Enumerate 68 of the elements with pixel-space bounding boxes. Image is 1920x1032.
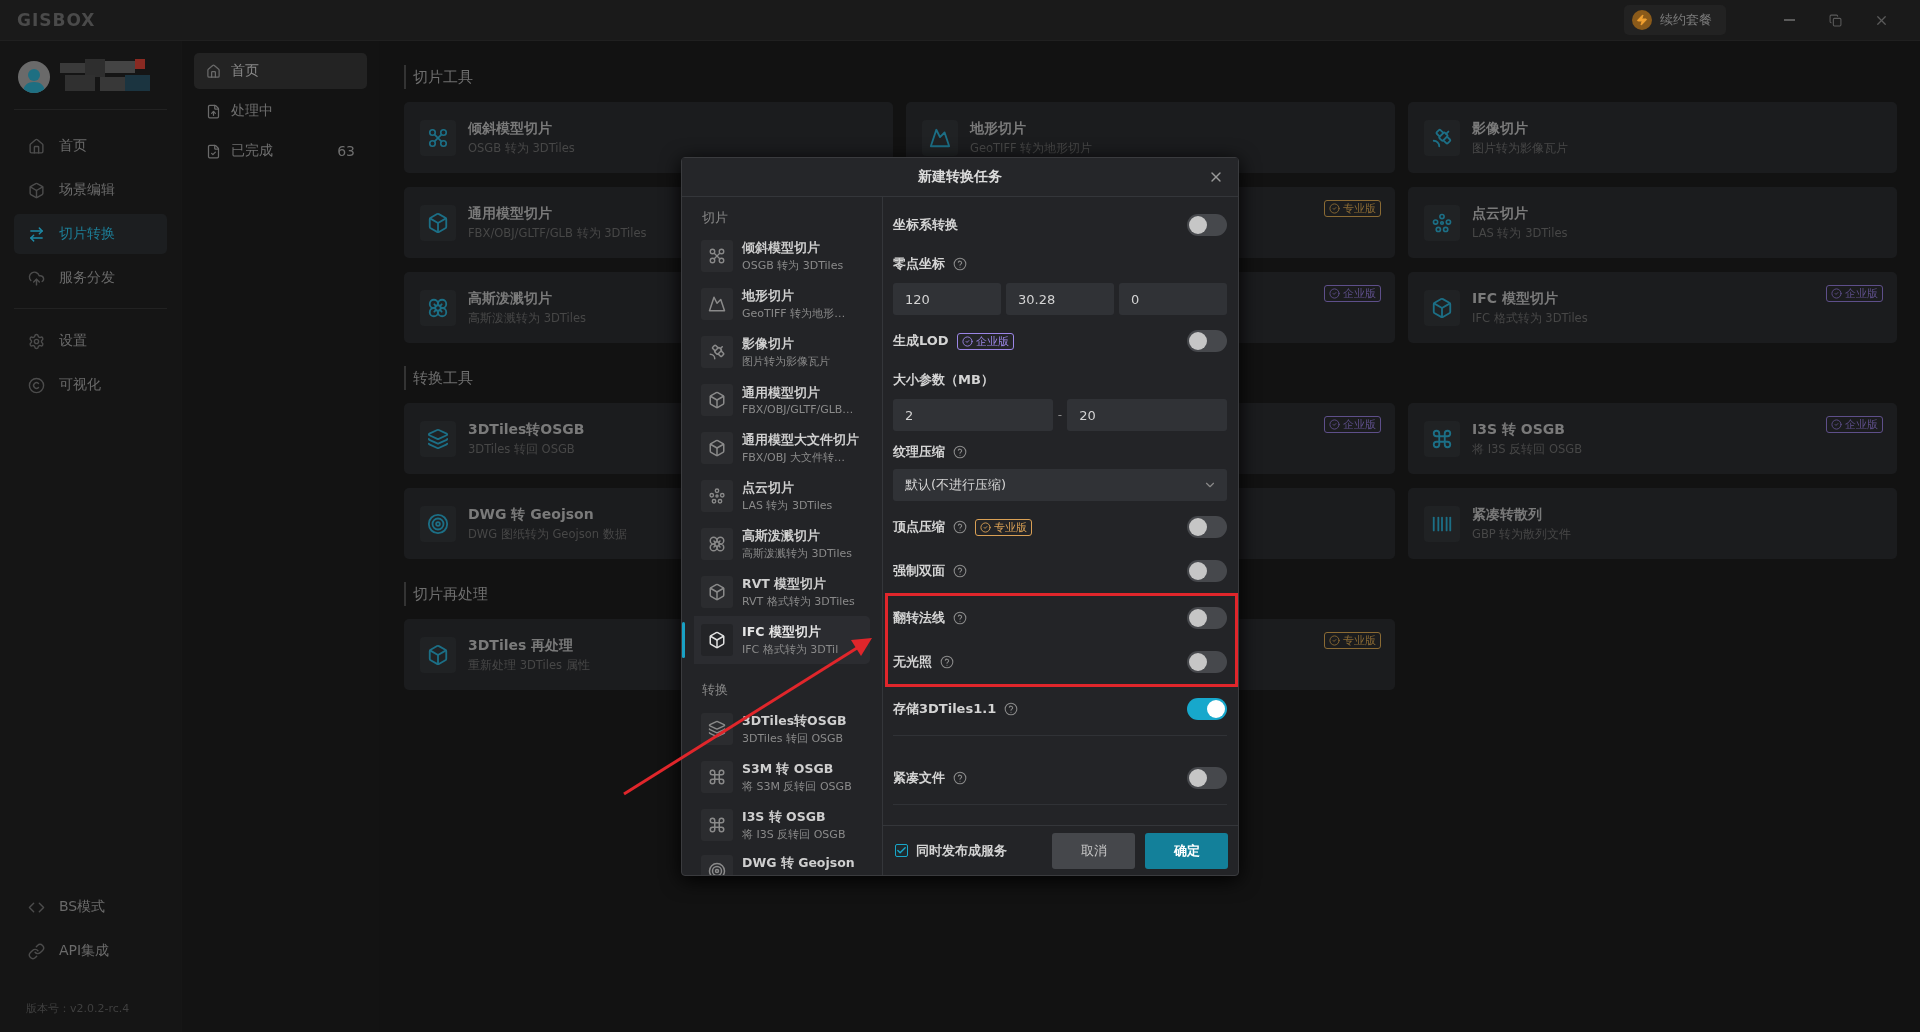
task-title: 倾斜模型切片: [742, 239, 821, 257]
field-label: 生成LOD: [893, 332, 949, 350]
count-label: 63: [337, 143, 355, 159]
badge-label: 企业版: [1845, 417, 1878, 432]
task-description: FBX/OBJ/GLTF/GLB…: [742, 402, 854, 416]
card-title: 点云切片: [1472, 204, 1528, 223]
task-description: GeoTIFF 转为地形…: [742, 305, 846, 321]
task-description: 将 S3M 反转回 OSGB: [742, 778, 852, 794]
nav-label: 首页: [59, 137, 87, 155]
field-label: 无光照: [893, 653, 932, 671]
filter-label: 已完成: [230, 142, 274, 160]
task-title: IFC 模型切片: [742, 623, 822, 641]
card-title: IFC 模型切片: [1472, 289, 1558, 308]
field-label: 纹理压缩: [893, 443, 945, 461]
field-label: 零点坐标: [893, 255, 945, 273]
nav-label: 场景编辑: [59, 181, 115, 199]
section-title: 切片工具: [404, 65, 1897, 89]
badge-label: 专业版: [1343, 633, 1376, 648]
task-title: 地形切片: [742, 287, 795, 305]
field-label: 顶点压缩: [893, 518, 945, 536]
card-title: I3S 转 OSGB: [1472, 420, 1565, 439]
nav-label: API集成: [59, 942, 110, 960]
filter-label: 处理中: [230, 102, 274, 120]
card-title: DWG 转 Geojson: [468, 505, 594, 524]
card-title: 高斯泼溅切片: [468, 289, 552, 308]
card-title: 3DTiles 再处理: [468, 636, 574, 655]
task-title: I3S 转 OSGB: [742, 808, 827, 826]
card-title: 地形切片: [970, 119, 1026, 138]
task-description: 3DTiles 转回 OSGB: [742, 730, 845, 746]
card-title: 紧凑转散列: [1472, 505, 1542, 524]
badge-label: 企业版: [975, 333, 1009, 349]
badge-label: 企业版: [1845, 286, 1878, 301]
field-label: 坐标系转换: [893, 216, 958, 234]
nav-label: 切片转换: [59, 225, 115, 243]
field-label: 存储3DTiles1.1: [893, 700, 997, 718]
nav-label: 可视化: [59, 376, 101, 394]
task-description: RVT 格式转为 3DTiles: [742, 593, 855, 609]
task-title: 通用模型大文件切片: [742, 431, 859, 449]
badge-label: 企业版: [1343, 417, 1376, 432]
task-title: DWG 转 Geojson: [742, 855, 855, 872]
nav-label: BS模式: [59, 898, 106, 916]
range-separator: -: [1057, 408, 1063, 422]
field-label: 大小参数（MB）: [893, 371, 994, 389]
nav-label: 服务分发: [59, 269, 115, 287]
task-description: 高斯泼溅转为 3DTiles: [742, 545, 852, 561]
card-title: 影像切片: [1472, 119, 1528, 138]
checkbox-label: 同时发布成服务: [916, 841, 1007, 860]
task-description: OSGB 转为 3DTiles: [742, 257, 844, 273]
task-description: 将 I3S 反转回 OSGB: [742, 826, 846, 842]
task-title: 3DTiles转OSGB: [742, 712, 847, 730]
card-title: 通用模型切片: [468, 204, 552, 223]
task-description: LAS 转为 3DTiles: [742, 497, 833, 513]
badge-label: 企业版: [1343, 286, 1376, 301]
filter-label: 首页: [230, 62, 260, 80]
badge-label: 专业版: [994, 519, 1027, 535]
task-title: S3M 转 OSGB: [742, 760, 835, 778]
field-label: 翻转法线: [893, 609, 945, 627]
card-title: 3DTiles转OSGB: [468, 420, 585, 439]
group-label: 切片: [701, 209, 729, 227]
nav-label: 设置: [59, 332, 87, 350]
task-description: 图片转为影像瓦片: [742, 353, 830, 369]
task-title: 高斯泼溅切片: [742, 527, 821, 545]
field-label: 紧凑文件: [893, 769, 945, 787]
card-title: 倾斜模型切片: [468, 119, 552, 138]
task-description: IFC 格式转为 3DTil: [742, 641, 839, 657]
badge-label: 专业版: [1343, 201, 1376, 216]
field-label: 强制双面: [893, 562, 945, 580]
task-description: FBX/OBJ 大文件转…: [742, 449, 847, 465]
